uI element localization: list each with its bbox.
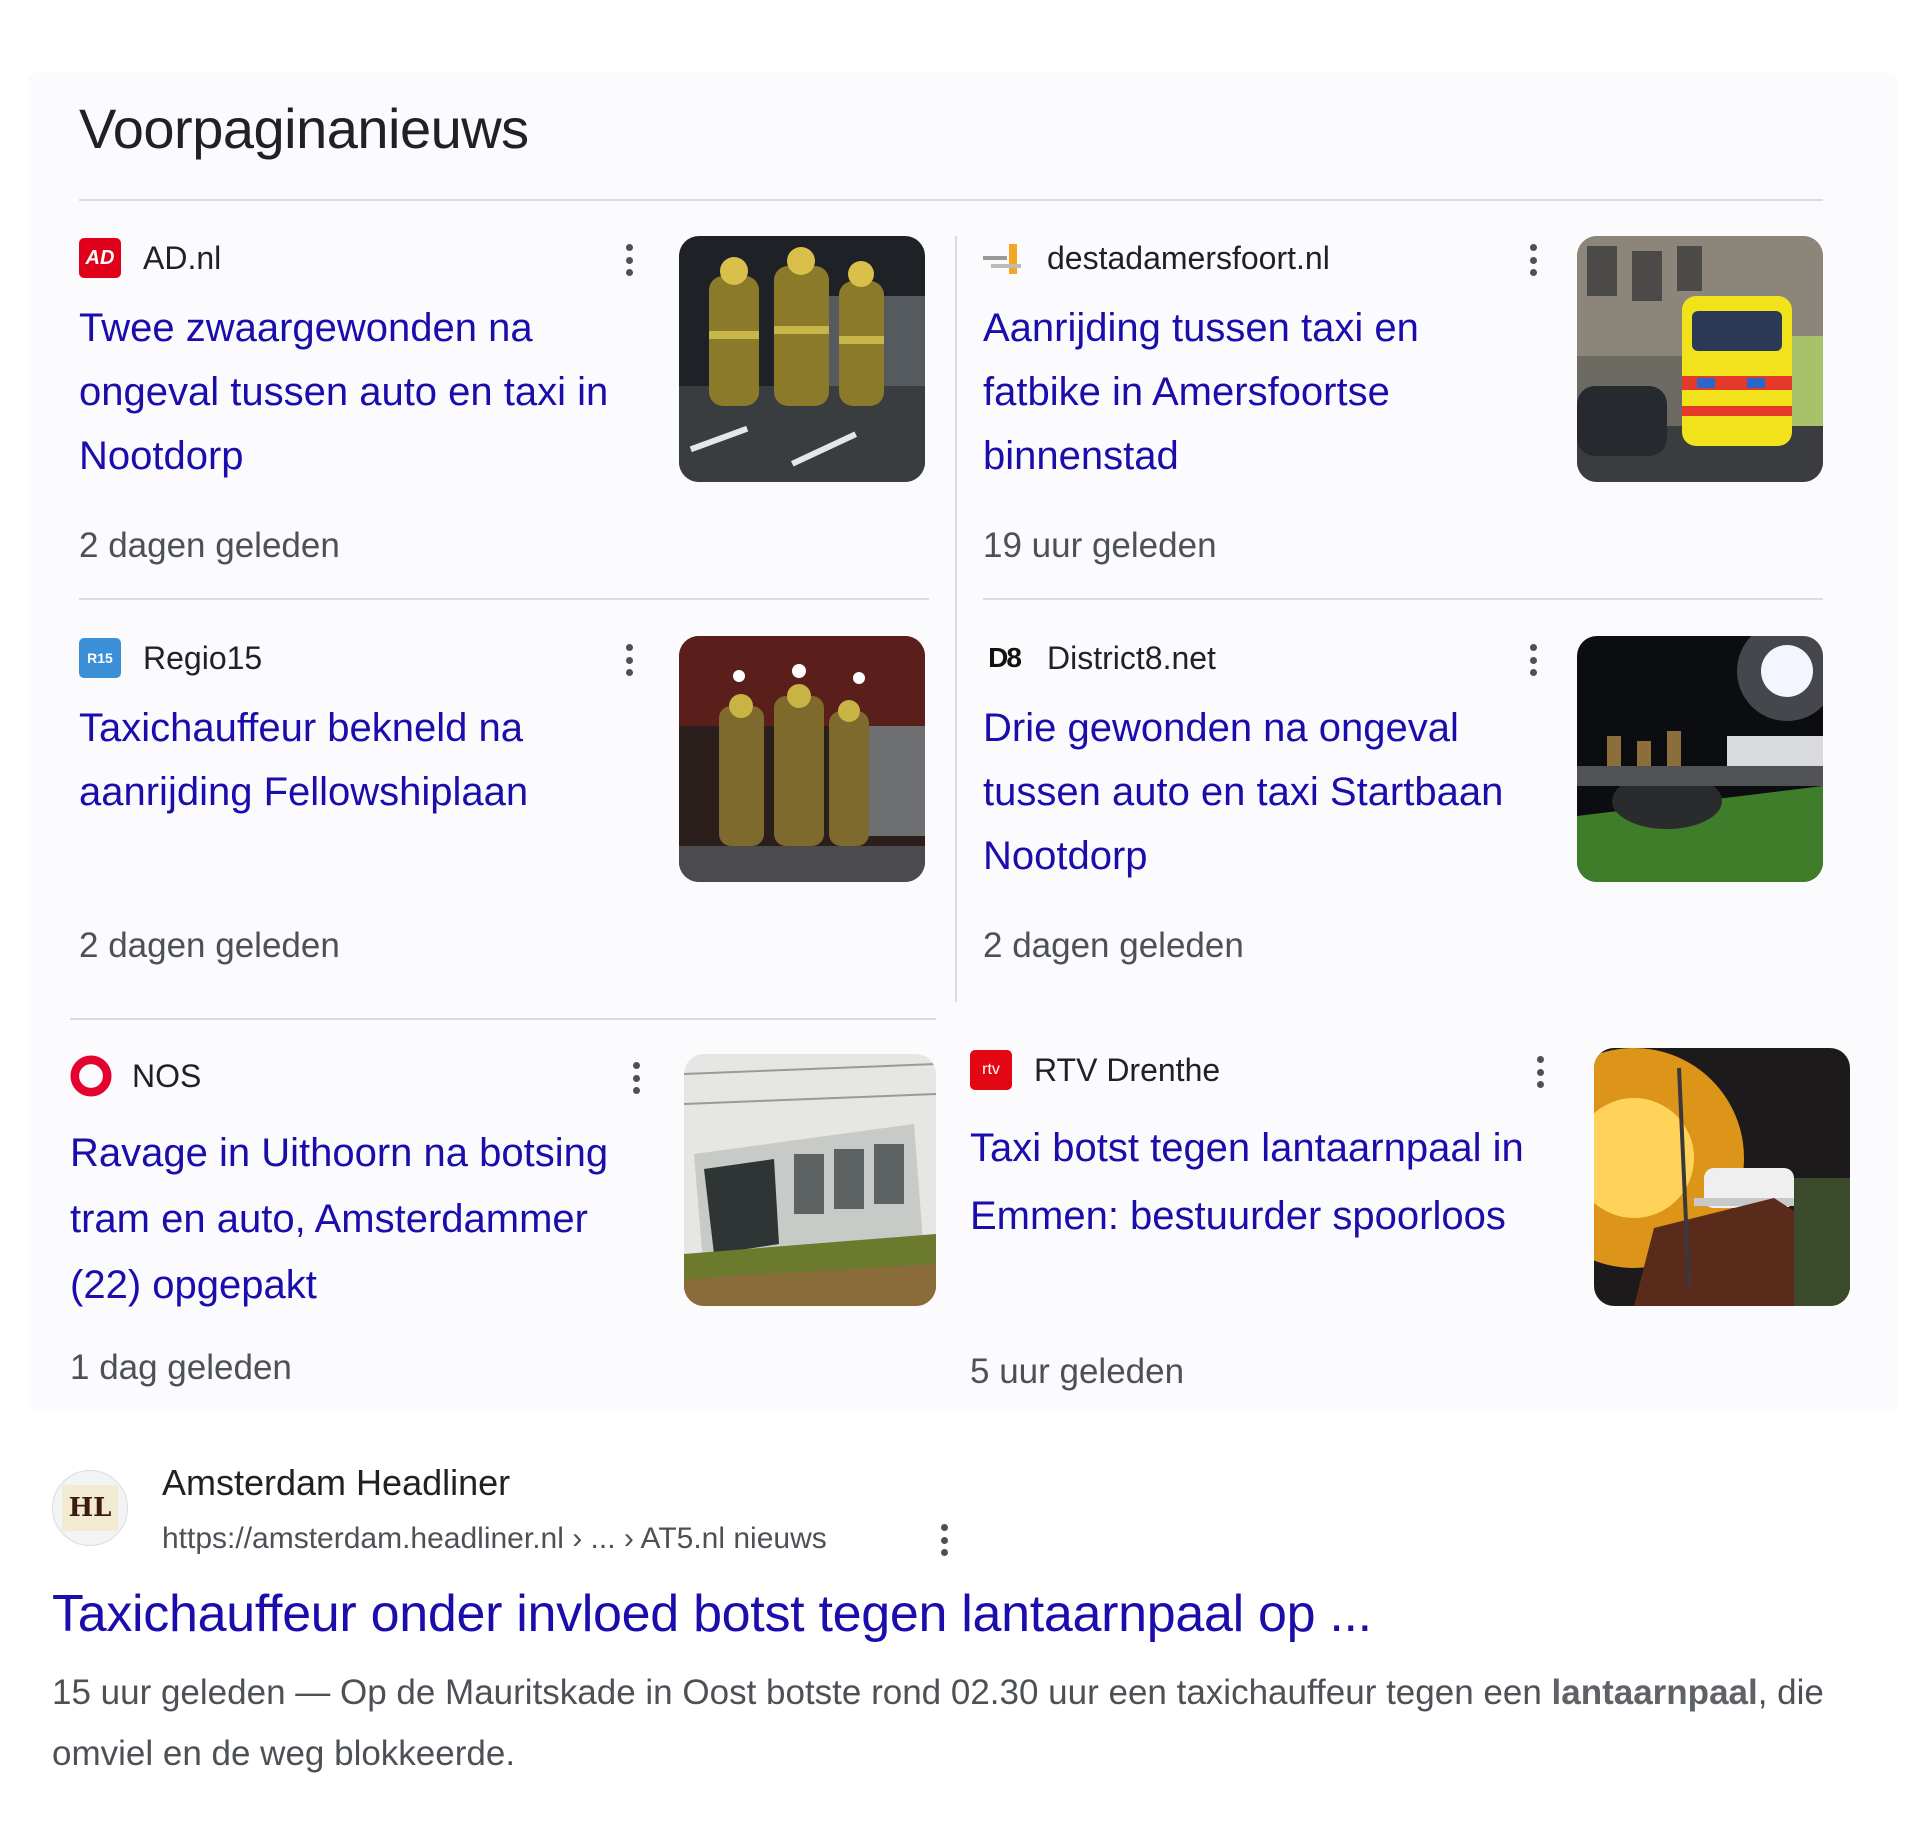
snippet-highlight: lantaarnpaal (1551, 1673, 1758, 1712)
divider (79, 598, 929, 600)
rtv-drenthe-logo-icon: rtv (970, 1050, 1012, 1090)
card-source: rtv RTV Drenthe (970, 1048, 1220, 1092)
nos-logo-icon (70, 1055, 112, 1097)
source-name: AD.nl (143, 239, 222, 276)
source-name: destadamersfoort.nl (1047, 239, 1330, 276)
headline-link[interactable]: Twee zwaargewonden na ongeval tussen aut… (79, 296, 659, 488)
thumbnail-image[interactable] (1577, 636, 1823, 882)
card-source: R15 Regio15 (79, 636, 262, 680)
headline-link[interactable]: Taxi botst tegen lantaarnpaal in Emmen: … (970, 1114, 1550, 1250)
thumbnail-image[interactable] (684, 1054, 936, 1306)
result-snippet: 15 uur geleden — Op de Mauritskade in Oo… (52, 1662, 1842, 1784)
card-source: NOS (70, 1054, 201, 1098)
section-title: Voorpaginanieuws (79, 97, 529, 160)
column-divider (955, 236, 957, 1002)
headline-link[interactable]: Taxichauffeur bekneld na aanrijding Fell… (79, 696, 639, 824)
divider (79, 199, 1823, 201)
card-source: destadamersfoort.nl (983, 236, 1330, 280)
destadamersfoort-logo-icon (983, 238, 1025, 278)
source-name: RTV Drenthe (1034, 1051, 1221, 1088)
result-title-link[interactable]: Taxichauffeur onder invloed botst tegen … (52, 1584, 1372, 1644)
timestamp: 19 uur geleden (983, 526, 1217, 565)
source-name: Regio15 (143, 639, 263, 676)
source-name: District8.net (1047, 639, 1216, 676)
timestamp: 2 dagen geleden (79, 926, 340, 965)
thumbnail-image[interactable] (679, 236, 925, 482)
more-options-icon[interactable] (619, 640, 639, 680)
more-options-icon[interactable] (934, 1520, 954, 1560)
timestamp: 5 uur geleden (970, 1352, 1185, 1391)
timestamp: 1 dag geleden (70, 1348, 292, 1387)
regio15-logo-icon: R15 (79, 638, 121, 678)
card-source: AD AD.nl (79, 236, 221, 280)
thumbnail-image[interactable] (679, 636, 925, 882)
news-card[interactable]: NOS Ravage in Uithoorn na botsing tram e… (70, 1054, 940, 1394)
more-options-icon[interactable] (626, 1058, 646, 1098)
card-source: D8 District8.net (983, 636, 1216, 680)
district8-logo-icon: D8 (988, 642, 1022, 673)
site-favicon[interactable]: HL (52, 1470, 128, 1546)
thumbnail-image[interactable] (1577, 236, 1823, 482)
headliner-logo-icon: HL (62, 1485, 118, 1531)
divider (983, 598, 1823, 600)
site-name[interactable]: Amsterdam Headliner (162, 1462, 510, 1504)
more-options-icon[interactable] (1530, 1052, 1550, 1092)
ad-logo-icon: AD (79, 238, 121, 278)
news-card[interactable]: R15 Regio15 Taxichauffeur bekneld na aan… (79, 636, 929, 976)
snippet-text: 15 uur geleden — Op de Mauritskade in Oo… (52, 1673, 1542, 1712)
news-card[interactable]: destadamersfoort.nl Aanrijding tussen ta… (983, 236, 1823, 576)
breadcrumb-url[interactable]: https://amsterdam.headliner.nl › ... › A… (162, 1522, 827, 1556)
thumbnail-image[interactable] (1594, 1048, 1850, 1306)
source-name: NOS (132, 1057, 202, 1094)
headline-link[interactable]: Aanrijding tussen taxi en fatbike in Ame… (983, 296, 1543, 488)
headline-link[interactable]: Drie gewonden na ongeval tussen auto en … (983, 696, 1563, 888)
timestamp: 2 dagen geleden (79, 526, 340, 565)
more-options-icon[interactable] (1523, 240, 1543, 280)
news-card[interactable]: rtv RTV Drenthe Taxi botst tegen lantaar… (970, 1048, 1850, 1391)
timestamp: 2 dagen geleden (983, 926, 1244, 965)
headline-link[interactable]: Ravage in Uithoorn na botsing tram en au… (70, 1120, 670, 1318)
news-card[interactable]: D8 District8.net Drie gewonden na ongeva… (983, 636, 1823, 976)
more-options-icon[interactable] (1523, 640, 1543, 680)
news-card[interactable]: AD AD.nl Twee zwaargewonden na ongeval t… (79, 236, 929, 576)
divider (70, 1018, 936, 1020)
more-options-icon[interactable] (619, 240, 639, 280)
